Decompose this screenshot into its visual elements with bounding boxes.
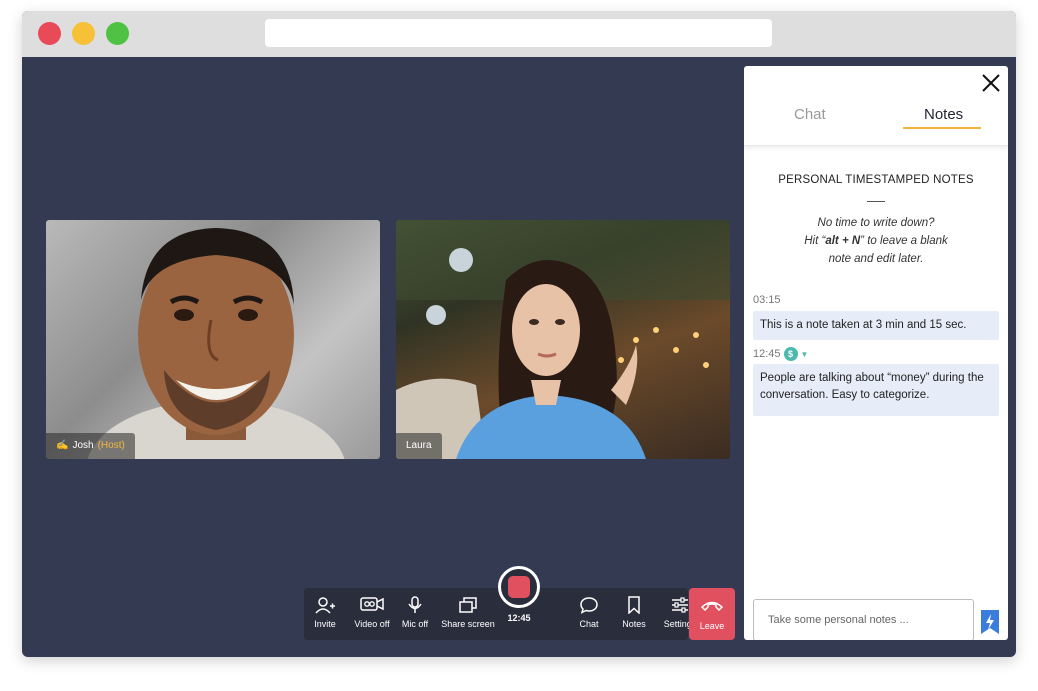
window-close-button[interactable]: [38, 22, 61, 45]
video-tile-josh: ✍ Josh (Host): [46, 220, 380, 459]
leave-button[interactable]: Leave: [689, 588, 735, 640]
heading-divider: [867, 201, 885, 202]
raised-hand-icon: ✍: [56, 440, 69, 451]
invite-button[interactable]: Invite: [300, 596, 350, 629]
note-timestamp: 12:45 $ ▼: [753, 347, 809, 361]
notes-hint: No time to write down? Hit “alt + N” to …: [804, 217, 948, 265]
chat-button[interactable]: Chat: [564, 596, 614, 629]
tab-notes[interactable]: Notes: [924, 106, 963, 123]
recording-timer: 12:45: [507, 613, 531, 623]
host-label: (Host): [97, 440, 125, 451]
hang-up-phone-icon: [689, 598, 735, 616]
chat-bubble-icon: [564, 596, 614, 616]
share-screen-button[interactable]: Share screen: [440, 596, 496, 629]
share-screen-icon: [440, 596, 496, 616]
note-timestamp: 03:15: [753, 294, 781, 306]
participant-name: Josh: [72, 440, 94, 451]
participant-name: Laura: [406, 440, 432, 451]
active-tab-indicator: [903, 127, 981, 129]
notes-button[interactable]: Notes: [609, 596, 659, 629]
shortcut-key: alt + N: [825, 235, 861, 247]
bookmark-icon: [609, 596, 659, 616]
window-maximize-button[interactable]: [106, 22, 129, 45]
app-window: ✍ Josh (Host) Laura Invite Video off Mic…: [22, 11, 1016, 657]
title-bar: [22, 11, 1016, 57]
note-item[interactable]: People are talking about “money” during …: [753, 364, 999, 416]
caret-down-icon[interactable]: ▼: [801, 350, 809, 359]
notes-heading: PERSONAL TIMESTAMPED NOTES: [778, 174, 974, 186]
add-person-icon: [300, 596, 350, 616]
money-tag-icon[interactable]: $: [783, 347, 798, 361]
meeting-toolbar: Invite Video off Mic off Share screen Ch…: [304, 588, 696, 640]
microphone-icon: [390, 596, 440, 616]
notes-panel: Chat Notes PERSONAL TIMESTAMPED NOTES No…: [744, 66, 1008, 640]
address-bar[interactable]: [265, 19, 772, 47]
close-icon: [982, 74, 1000, 92]
close-panel-button[interactable]: [980, 72, 1002, 94]
mic-toggle-button[interactable]: Mic off: [390, 596, 440, 629]
quick-note-button[interactable]: [980, 609, 1000, 635]
personal-notes-input[interactable]: [753, 599, 974, 640]
participant-name-badge: ✍ Josh (Host): [46, 433, 135, 459]
lightning-bookmark-icon: [981, 610, 999, 634]
note-item[interactable]: This is a note taken at 3 min and 15 sec…: [753, 311, 999, 340]
tab-chat[interactable]: Chat: [794, 106, 826, 123]
participant-name-badge: Laura: [396, 433, 442, 459]
panel-tabs: Chat Notes: [744, 96, 1008, 146]
video-tile-laura: Laura: [396, 220, 730, 459]
participant-video-laura: [396, 220, 730, 459]
record-stop-icon: [508, 576, 530, 598]
window-minimize-button[interactable]: [72, 22, 95, 45]
participant-video-josh: [87, 228, 345, 459]
record-button[interactable]: [498, 566, 540, 608]
